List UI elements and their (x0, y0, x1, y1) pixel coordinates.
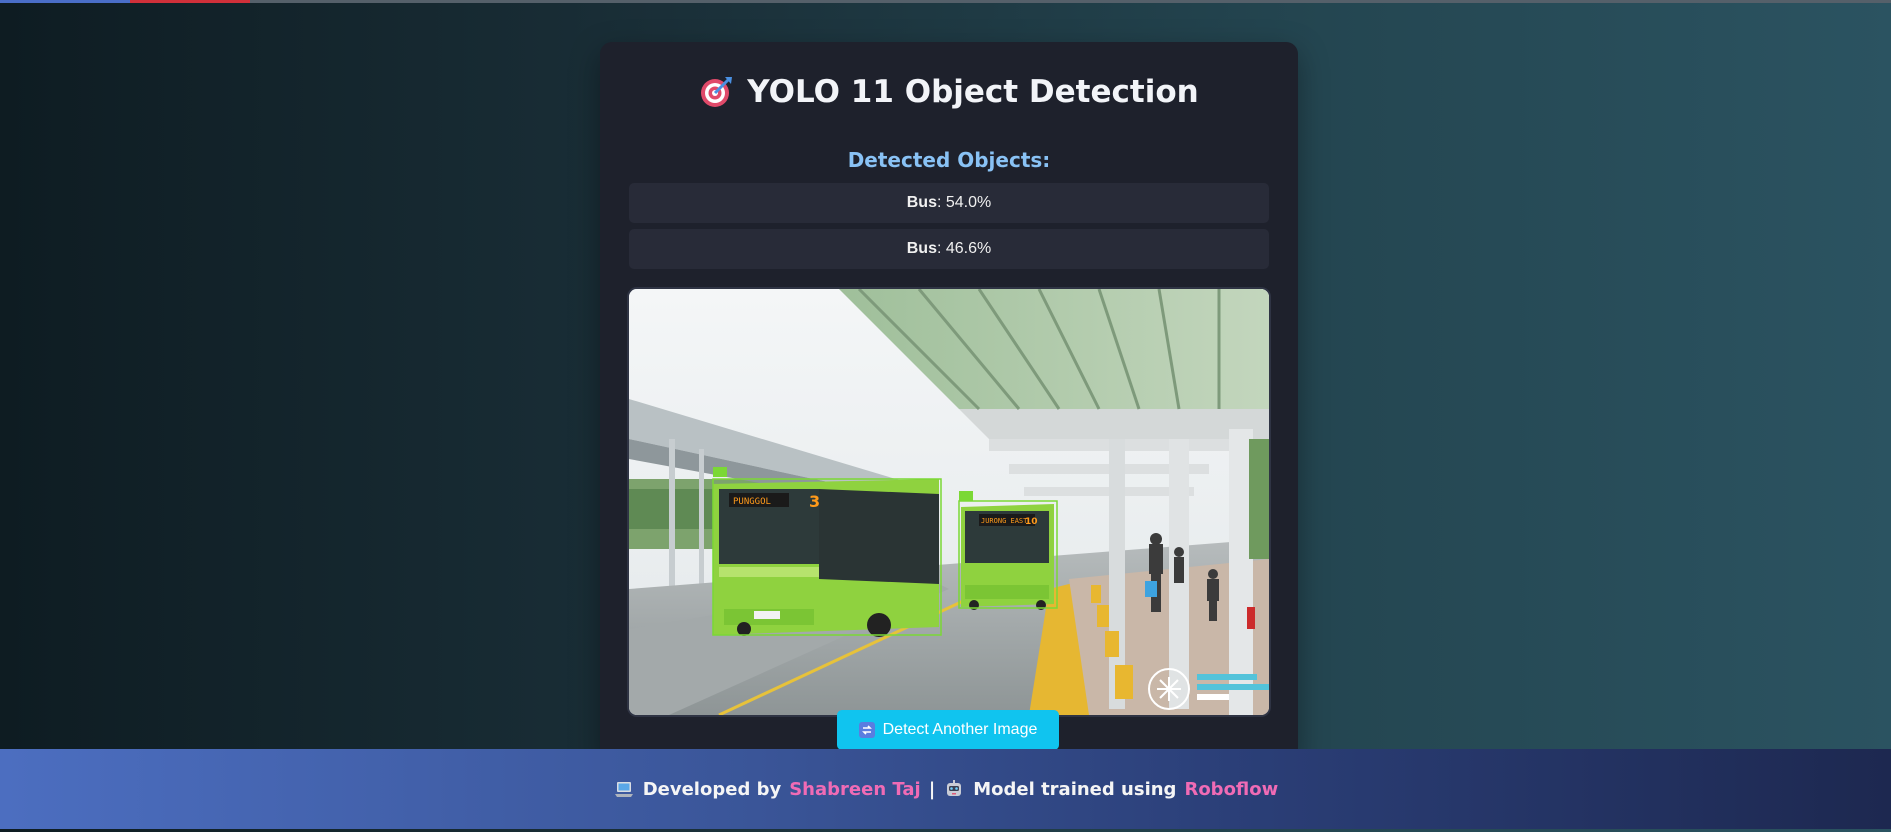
svg-text:PUNGGOL: PUNGGOL (733, 497, 771, 507)
detection-label: Bus (906, 194, 937, 211)
title-text: YOLO 11 Object Detection (747, 74, 1199, 110)
robot-icon (947, 780, 962, 796)
svg-text:10: 10 (1025, 517, 1038, 527)
detect-another-image-button[interactable]: Detect Another Image (837, 710, 1059, 750)
detection-confidence: : 46.6% (936, 240, 992, 257)
detection-result-image: PUNGGOL 34 JURONG EAST 10 (629, 289, 1269, 715)
detection-card: YOLO 11 Object Detection Detected Object… (600, 42, 1298, 762)
progress-segment-red (130, 0, 250, 3)
refresh-icon (858, 722, 875, 738)
detection-item: Bus : 54.0% (629, 183, 1269, 223)
roboflow-link[interactable]: Roboflow (1184, 779, 1278, 800)
bus-scene-illustration: PUNGGOL 34 JURONG EAST 10 (629, 289, 1269, 715)
detected-objects-heading: Detected Objects: (847, 148, 1051, 172)
target-icon (701, 77, 733, 107)
detections-list: Bus : 54.0% Bus : 46.6% (629, 183, 1269, 275)
developer-name-link[interactable]: Shabreen Taj (789, 779, 920, 800)
page-title: YOLO 11 Object Detection (600, 74, 1298, 110)
trained-using-text: Model trained using (973, 778, 1177, 800)
detect-another-image-label: Detect Another Image (882, 721, 1038, 738)
browser-progress-bar (0, 0, 1891, 3)
footer: Developed by Shabreen Taj | Model traine… (0, 749, 1891, 829)
progress-segment-blue (0, 0, 130, 3)
developed-by-text: Developed by (642, 778, 782, 800)
svg-text:JURONG EAST: JURONG EAST (981, 517, 1028, 525)
detection-item: Bus : 46.6% (629, 229, 1269, 269)
detection-confidence: : 54.0% (936, 194, 992, 211)
detection-label: Bus (906, 240, 937, 257)
laptop-icon (614, 782, 633, 797)
footer-separator: | (928, 778, 936, 800)
